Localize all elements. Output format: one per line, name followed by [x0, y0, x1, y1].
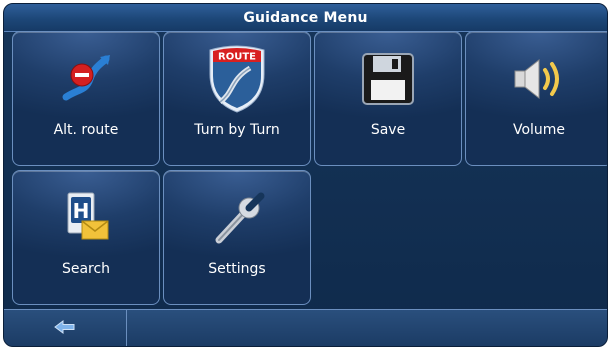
wrench-icon	[164, 183, 310, 253]
back-arrow-icon	[53, 319, 77, 339]
search-label: Search	[61, 261, 111, 277]
hotel-sign-letter: H	[73, 199, 90, 223]
save-button[interactable]: Save	[314, 31, 462, 166]
title-bar: Guidance Menu	[4, 4, 607, 32]
back-button[interactable]	[4, 310, 127, 346]
route-shield-icon: ROUTE	[164, 44, 310, 114]
turn-by-turn-label: Turn by Turn	[194, 122, 280, 138]
route-shield-text: ROUTE	[218, 52, 256, 63]
settings-label: Settings	[208, 261, 266, 277]
search-button[interactable]: H Search	[12, 170, 160, 305]
turn-by-turn-button[interactable]: ROUTE Turn by Turn	[163, 31, 311, 166]
page-title: Guidance Menu	[243, 9, 368, 26]
alt-route-button[interactable]: Alt. route	[12, 31, 160, 166]
settings-button[interactable]: Settings	[163, 170, 311, 305]
volume-label: Volume	[512, 122, 566, 138]
guidance-menu-screen: Guidance Menu Alt. route ROUTE Turn by T…	[3, 3, 608, 347]
floppy-disk-icon	[315, 44, 461, 114]
speaker-icon	[466, 44, 607, 114]
volume-button[interactable]: Volume	[465, 31, 607, 166]
alt-route-icon	[13, 44, 159, 114]
hotel-search-icon: H	[13, 183, 159, 253]
bottom-bar	[4, 309, 607, 346]
save-label: Save	[370, 122, 406, 138]
alt-route-label: Alt. route	[53, 122, 119, 138]
